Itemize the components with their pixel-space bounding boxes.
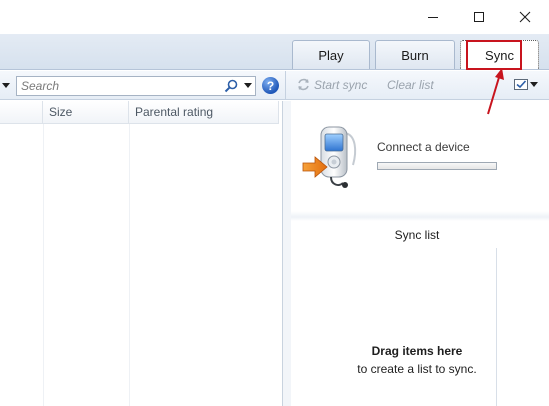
close-button[interactable] <box>502 0 548 34</box>
tab-play[interactable]: Play <box>292 40 370 69</box>
tab-sync-label: Sync <box>485 47 514 63</box>
help-icon[interactable]: ? <box>262 77 279 94</box>
maximize-button[interactable] <box>456 0 502 34</box>
search-box <box>16 76 256 96</box>
column-header-size-label: Size <box>49 105 73 119</box>
tab-burn[interactable]: Burn <box>375 40 455 69</box>
sync-list-border <box>496 248 497 406</box>
sync-list-title: Sync list <box>394 228 440 242</box>
sync-options-button[interactable] <box>514 78 538 91</box>
portable-device-icon <box>302 126 357 188</box>
toolbar-separator <box>285 71 286 100</box>
device-progress-bar <box>377 162 497 170</box>
sync-pane: Connect a device Sync list Drag items he… <box>291 101 549 406</box>
sync-arrows-icon <box>298 78 309 91</box>
drag-items-subtitle: to create a list to sync. <box>357 362 477 376</box>
maximize-icon <box>474 12 484 22</box>
drag-items-heading: Drag items here <box>371 344 463 358</box>
toolbar: ? Start sync Clear list <box>0 71 549 100</box>
title-bar <box>0 0 549 34</box>
library-list[interactable]: Size Parental rating <box>0 101 283 406</box>
close-icon <box>519 11 531 23</box>
start-sync-button[interactable]: Start sync <box>296 77 367 92</box>
tab-burn-label: Burn <box>401 47 429 63</box>
chevron-down-icon <box>530 82 538 87</box>
tab-sync[interactable]: Sync <box>460 40 539 69</box>
minimize-button[interactable] <box>410 0 456 34</box>
search-dropdown-icon[interactable] <box>244 83 252 88</box>
column-header-parental-rating-label: Parental rating <box>135 105 214 119</box>
connect-device-label: Connect a device <box>377 140 470 154</box>
search-input[interactable] <box>21 78 211 94</box>
start-sync-label: Start sync <box>314 77 368 92</box>
column-header-size[interactable]: Size <box>43 101 129 124</box>
tab-strip: Play Burn Sync <box>0 34 549 70</box>
pane-splitter[interactable] <box>283 101 291 406</box>
column-divider <box>43 124 44 406</box>
minimize-icon <box>428 17 438 18</box>
column-header-parental-rating[interactable]: Parental rating <box>129 101 279 124</box>
chevron-down-icon <box>2 83 10 88</box>
clear-list-button[interactable]: Clear list <box>387 78 434 92</box>
column-header-title[interactable] <box>0 101 43 124</box>
search-icon[interactable] <box>224 79 238 93</box>
view-options-dropdown[interactable] <box>0 76 12 95</box>
pane-divider <box>291 211 549 221</box>
column-divider <box>129 124 130 406</box>
tab-play-label: Play <box>318 47 344 63</box>
sync-options-icon <box>514 79 528 90</box>
